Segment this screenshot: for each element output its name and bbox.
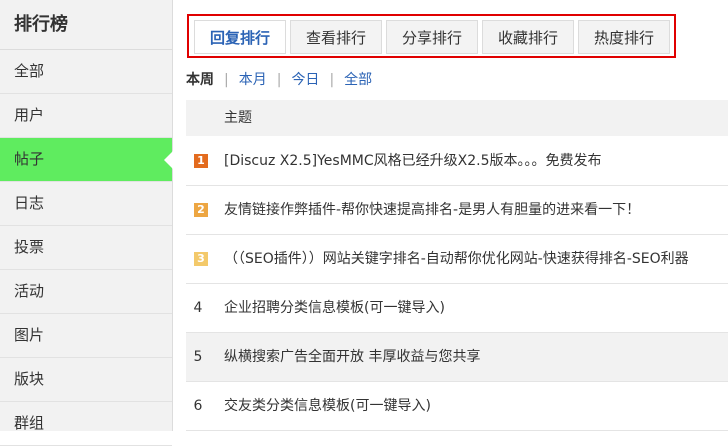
period-filter: 本周 | 本月 | 今日 | 全部 [186, 70, 372, 90]
tab-favorite-ranking[interactable]: 收藏排行 [482, 20, 574, 54]
thread-title-link[interactable]: 友情链接作弊插件-帮你快速提高排名-是男人有胆量的进来看一下！ [224, 186, 640, 234]
period-this-month[interactable]: 本月 [239, 72, 267, 88]
rank-badge: 2 [194, 203, 208, 217]
sidebar-item-polls[interactable]: 投票 [0, 226, 172, 270]
sidebar-item-all[interactable]: 全部 [0, 50, 172, 94]
column-header-topic: 主题 [224, 110, 252, 126]
active-caret-icon [164, 151, 173, 169]
sidebar-item-label: 图片 [14, 326, 45, 344]
sidebar-item-label: 日志 [14, 194, 45, 212]
rank-number: 4 [193, 300, 203, 316]
table-row[interactable]: 3 （（SEO插件））网站关键字排名-自动帮你优化网站-快速获得排名-SEO利器 [186, 235, 728, 284]
sidebar-item-label: 投票 [14, 238, 45, 256]
sidebar-item-label: 帖子 [14, 150, 45, 168]
thread-title-link[interactable]: 纵横搜索广告全面开放 丰厚收益与您共享 [224, 333, 480, 381]
table-row[interactable]: 2 友情链接作弊插件-帮你快速提高排名-是男人有胆量的进来看一下！ [186, 186, 728, 235]
tab-share-ranking[interactable]: 分享排行 [386, 20, 478, 54]
sidebar-item-label: 活动 [14, 282, 45, 300]
table-row[interactable]: 5 纵横搜索广告全面开放 丰厚收益与您共享 [186, 333, 728, 382]
sidebar-item-groups[interactable]: 群组 [0, 402, 172, 446]
sidebar-item-activities[interactable]: 活动 [0, 270, 172, 314]
table-row[interactable]: 4 企业招聘分类信息模板(可一键导入) [186, 284, 728, 333]
table-row[interactable]: 1 [Discuz X2.5]YesMMC风格已经升级X2.5版本。。。免费发布 [186, 137, 728, 186]
sidebar-item-label: 版块 [14, 370, 45, 388]
sidebar-item-label: 用户 [14, 106, 45, 124]
sidebar-item-label: 全部 [14, 62, 45, 80]
rank-number: 5 [193, 349, 203, 365]
rank-badge: 1 [194, 154, 208, 168]
sidebar-title: 排行榜 [0, 0, 172, 50]
sidebar-item-forums[interactable]: 版块 [0, 358, 172, 402]
period-all[interactable]: 全部 [344, 72, 372, 88]
rank-number: 6 [193, 398, 203, 414]
divider: | [224, 72, 229, 88]
sidebar-item-users[interactable]: 用户 [0, 94, 172, 138]
rank-badge: 3 [194, 252, 208, 266]
period-today[interactable]: 今日 [291, 72, 319, 88]
table-row[interactable]: 6 交友类分类信息模板(可一键导入) [186, 382, 728, 431]
main-content: 回复排行 查看排行 分享排行 收藏排行 热度排行 本周 | 本月 | 今日 | 全部 主题 … [186, 0, 728, 431]
thread-title-link[interactable]: （（SEO插件））网站关键字排名-自动帮你优化网站-快速获得排名-SEO利器 [224, 235, 689, 283]
sidebar-item-threads[interactable]: 帖子 [0, 138, 173, 182]
period-this-week[interactable]: 本周 [186, 72, 214, 88]
sidebar-item-label: 群组 [14, 414, 45, 432]
thread-title-link[interactable]: 交友类分类信息模板(可一键导入) [224, 382, 431, 430]
sidebar-item-pictures[interactable]: 图片 [0, 314, 172, 358]
divider: | [329, 72, 335, 88]
divider: | [276, 72, 282, 88]
sidebar-item-blogs[interactable]: 日志 [0, 182, 172, 226]
thread-title-link[interactable]: 企业招聘分类信息模板(可一键导入) [224, 284, 445, 332]
table-header: 主题 [186, 100, 728, 136]
tab-view-ranking[interactable]: 查看排行 [290, 20, 382, 54]
tab-reply-ranking[interactable]: 回复排行 [194, 20, 286, 54]
sidebar: 排行榜 全部 用户 帖子 日志 投票 活动 图片 版块 群组 [0, 0, 173, 446]
thread-title-link[interactable]: [Discuz X2.5]YesMMC风格已经升级X2.5版本。。。免费发布 [224, 137, 602, 185]
tab-heat-ranking[interactable]: 热度排行 [578, 20, 670, 54]
tabs-highlight-frame: 回复排行 查看排行 分享排行 收藏排行 热度排行 [187, 14, 676, 58]
